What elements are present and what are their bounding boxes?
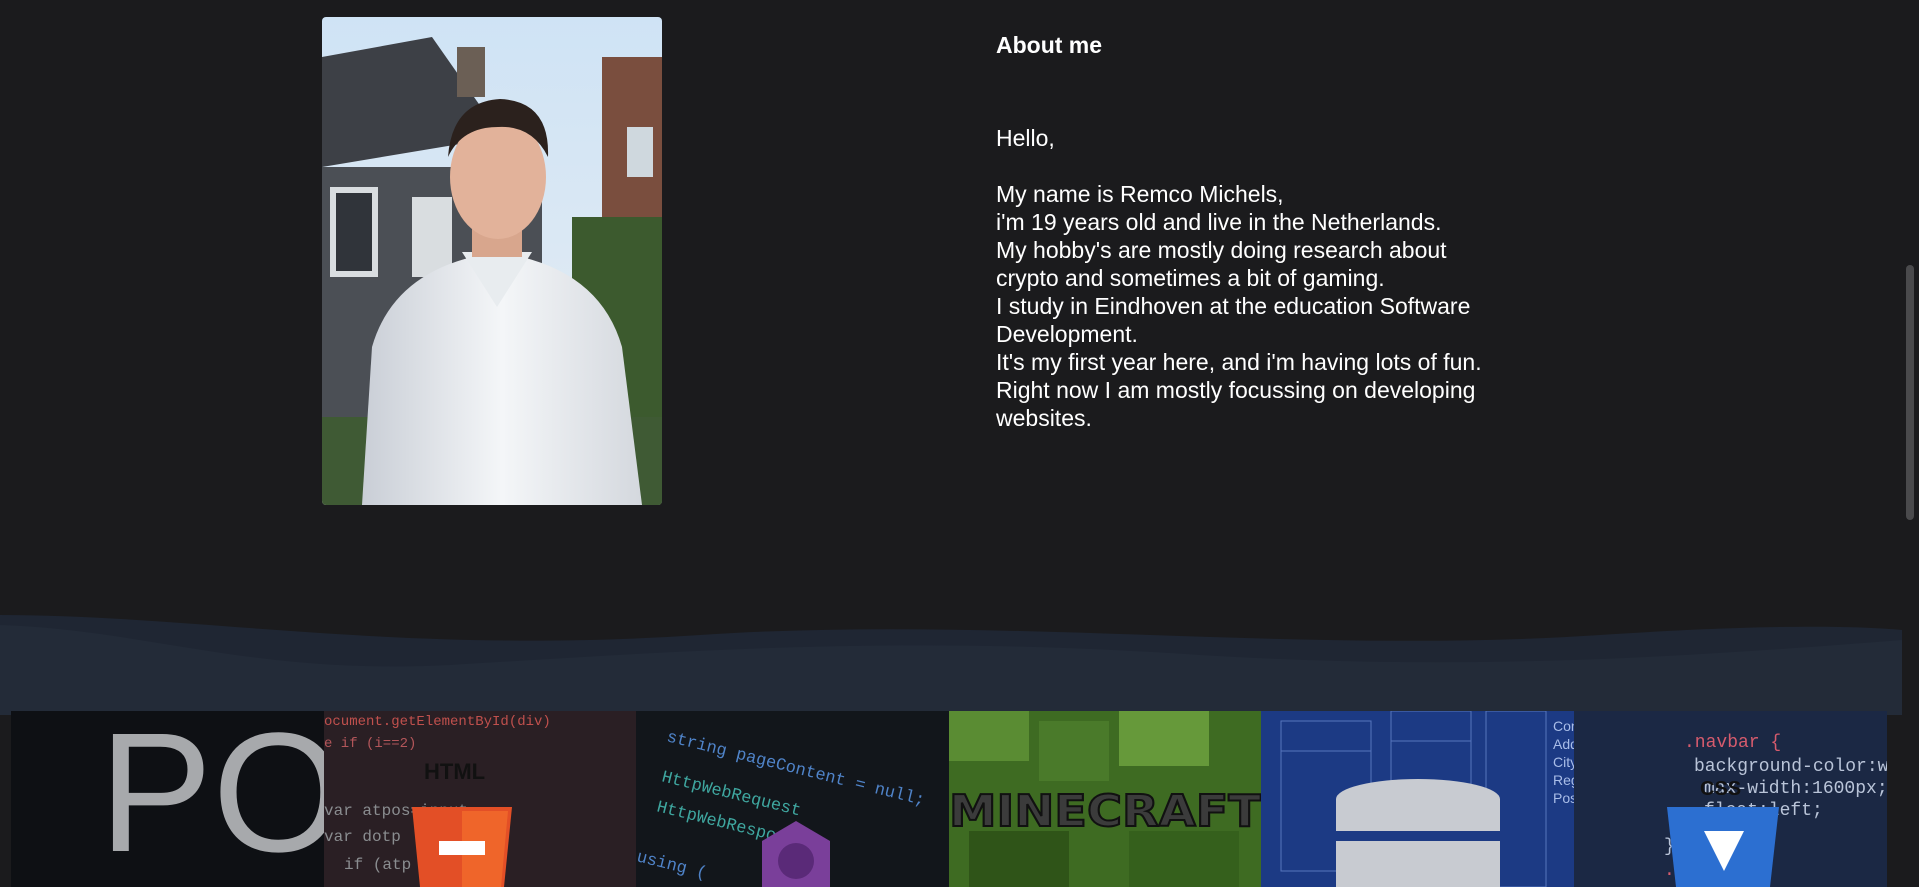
- svg-text:var dotp: var dotp: [324, 828, 401, 846]
- project-tile-html[interactable]: ocument.getElementById(div) e if (i==2) …: [323, 711, 637, 887]
- project-tile-pong[interactable]: PO: [11, 711, 324, 887]
- svg-text:if (atp: if (atp: [344, 856, 411, 874]
- svg-text:Contact: Contact: [1553, 718, 1574, 734]
- svg-text:e if (i==2): e if (i==2): [324, 736, 416, 752]
- project-tile-database[interactable]: Contact Address City Region PostalCode: [1261, 711, 1574, 887]
- project-tile-csharp[interactable]: string pageContent = null; HttpWebReques…: [636, 711, 949, 887]
- svg-text:ocument.getElementById(div): ocument.getElementById(div): [324, 714, 551, 730]
- svg-text:.navbar {: .navbar {: [1684, 733, 1781, 753]
- html-title: HTML: [424, 759, 485, 784]
- about-greeting: Hello,: [996, 125, 1055, 151]
- about-heading: About me: [996, 32, 1103, 58]
- css-title: CSS: [1700, 778, 1741, 800]
- svg-text:City: City: [1553, 754, 1574, 770]
- database-icon: [1336, 779, 1501, 887]
- svg-text:Address: Address: [1553, 736, 1574, 752]
- svg-text:PostalCode: PostalCode: [1553, 790, 1574, 806]
- projects-strip: PO ocument.getElementById(div) e if (i==…: [11, 711, 1887, 887]
- about-section: About me Hello, My name is Remco Michels…: [996, 31, 1556, 432]
- about-bio: My name is Remco Michels, i'm 19 years o…: [996, 181, 1482, 431]
- project-tile-css[interactable]: .navbar { background-color:white!i max-w…: [1573, 711, 1887, 887]
- page-scrollbar[interactable]: [1902, 0, 1919, 887]
- svg-text:Region: Region: [1553, 772, 1574, 788]
- minecraft-title: MINECRAFT: [949, 786, 1261, 837]
- profile-photo: [322, 17, 662, 505]
- svg-text:background-color:white!i: background-color:white!i: [1694, 757, 1887, 777]
- scrollbar-thumb[interactable]: [1906, 265, 1914, 520]
- project-tile-minecraft[interactable]: MINECRAFT: [948, 711, 1262, 887]
- pong-title: PO: [99, 711, 324, 887]
- wave-divider: [0, 615, 1902, 715]
